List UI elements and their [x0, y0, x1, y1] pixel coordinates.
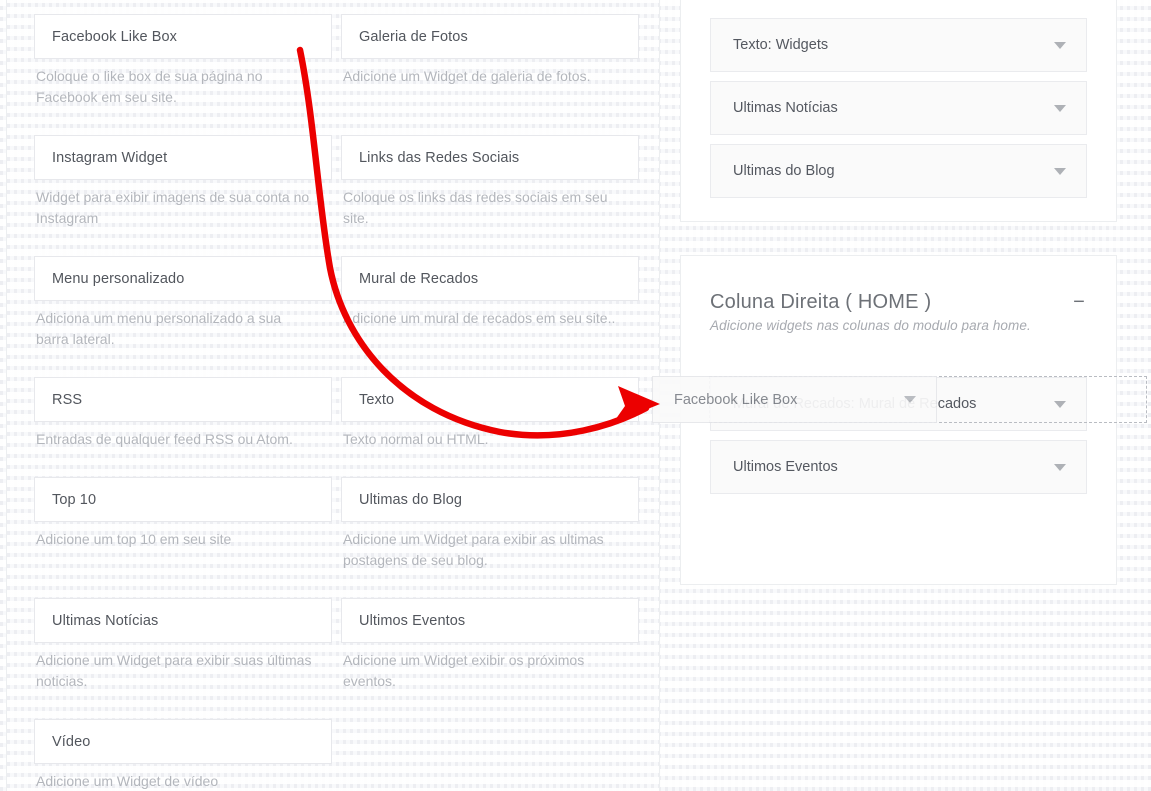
dragging-widget-facebook-like-box[interactable]: Facebook Like Box [652, 376, 937, 423]
widget-title: Facebook Like Box [52, 28, 178, 45]
widget-entry: Top 10 Adicione um top 10 em seu site [34, 463, 332, 584]
widget-card-galeria-de-fotos[interactable]: Galeria de Fotos [341, 14, 639, 59]
chevron-down-icon[interactable] [1054, 463, 1066, 471]
widget-description: Adicione um top 10 em seu site [36, 531, 232, 547]
widget-card-texto[interactable]: Texto [341, 377, 639, 422]
chevron-down-icon[interactable] [1054, 167, 1066, 175]
widget-description: Widget para exibir imagens de sua conta … [36, 189, 310, 226]
widget-card-rss[interactable]: RSS [34, 377, 332, 422]
widget-card-mural-de-recados[interactable]: Mural de Recados [341, 256, 639, 301]
widget-entry: Ultimos Eventos Adicione um Widget exibi… [341, 584, 639, 705]
widget-description: Coloque os links das redes sociais em se… [343, 189, 608, 226]
collapse-minus-icon[interactable]: − [1071, 292, 1087, 312]
available-widgets-grid: Facebook Like Box Coloque o like box de … [34, 0, 645, 791]
widget-title: Vídeo [52, 733, 91, 750]
sidebar-widget-label: Ultimos Eventos [733, 459, 838, 475]
widget-card-ultimas-noticias[interactable]: Ultimas Notícias [34, 598, 332, 643]
widget-title: Galeria de Fotos [359, 28, 468, 45]
widget-description: Texto normal ou HTML. [343, 431, 489, 447]
widget-entry: Mural de Recados Adicione um mural de re… [341, 242, 639, 363]
sidebar-widget-ultimos-eventos[interactable]: Ultimos Eventos [710, 440, 1087, 494]
card-header: Coluna Direita ( HOME ) Adicione widgets… [710, 256, 1087, 333]
widget-card-top-10[interactable]: Top 10 [34, 477, 332, 522]
widget-entry: Menu personalizado Adiciona um menu pers… [34, 242, 332, 363]
widget-card-ultimos-eventos[interactable]: Ultimos Eventos [341, 598, 639, 643]
sidebar-widget-ultimas-noticias[interactable]: Ultimas Notícias [710, 81, 1087, 135]
widget-title: Instagram Widget [52, 149, 168, 166]
widget-entry: RSS Entradas de qualquer feed RSS ou Ato… [34, 363, 332, 463]
widget-card-video[interactable]: Vídeo [34, 719, 332, 764]
sidebar-column-card-top: Texto: Widgets Ultimas Notícias Ultimas … [680, 0, 1117, 222]
widget-entry: Vídeo Adicione um Widget de vídeo [34, 705, 332, 791]
widget-description: Adicione um Widget para exibir suas últi… [36, 652, 312, 689]
widget-title: Mural de Recados [359, 270, 479, 287]
available-widgets-panel-inner: Facebook Like Box Coloque o like box de … [7, 0, 659, 791]
widget-entry: Facebook Like Box Coloque o like box de … [34, 0, 332, 121]
widget-description: Entradas de qualquer feed RSS ou Atom. [36, 431, 293, 447]
widget-title: Ultimas Notícias [52, 612, 159, 629]
sidebar-widget-label: Ultimas Notícias [733, 100, 838, 116]
chevron-down-icon [904, 396, 916, 403]
widget-entry: Texto Texto normal ou HTML. [341, 363, 639, 463]
widget-description: Adiciona um menu personalizado a sua bar… [36, 310, 282, 347]
sidebar-widget-label: Texto: Widgets [733, 37, 829, 53]
chevron-down-icon[interactable] [1054, 41, 1066, 49]
widget-description: Adicione um Widget de vídeo [36, 773, 219, 789]
widget-title: Texto [359, 391, 395, 408]
available-widgets-panel: Facebook Like Box Coloque o like box de … [6, 0, 660, 791]
widget-card-links-das-redes-sociais[interactable]: Links das Redes Sociais [341, 135, 639, 180]
dragging-widget-label: Facebook Like Box [674, 391, 798, 408]
card-subtitle: Adicione widgets nas colunas do modulo p… [710, 318, 1031, 333]
widget-description: Adicione um mural de recados em seu site… [343, 310, 616, 326]
widget-card-menu-personalizado[interactable]: Menu personalizado [34, 256, 332, 301]
sidebar-widget-ultimas-do-blog[interactable]: Ultimas do Blog [710, 144, 1087, 198]
widget-title: Links das Redes Sociais [359, 149, 520, 166]
widget-description: Adicione um Widget exibir os próximos ev… [343, 652, 585, 689]
widget-title: Ultimos Eventos [359, 612, 466, 629]
widget-title: RSS [52, 391, 83, 408]
widget-card-facebook-like-box[interactable]: Facebook Like Box [34, 14, 332, 59]
widget-description: Adicione um Widget para exibir as ultima… [343, 531, 604, 568]
widget-entry: Ultimas do Blog Adicione um Widget para … [341, 463, 639, 584]
widget-entry: Instagram Widget Widget para exibir imag… [34, 121, 332, 242]
widget-title: Ultimas do Blog [359, 491, 463, 508]
widget-description: Coloque o like box de sua página no Face… [36, 68, 263, 105]
chevron-down-icon[interactable] [1054, 104, 1066, 112]
widget-title: Menu personalizado [52, 270, 185, 287]
widget-description: Adicione um Widget de galeria de fotos. [343, 68, 591, 84]
widget-card-instagram-widget[interactable]: Instagram Widget [34, 135, 332, 180]
widget-entry: Links das Redes Sociais Coloque os links… [341, 121, 639, 242]
sidebar-widget-texto-widgets[interactable]: Texto: Widgets [710, 18, 1087, 72]
widget-title: Top 10 [52, 491, 97, 508]
widget-entry: Ultimas Notícias Adicione um Widget para… [34, 584, 332, 705]
page-title: Coluna Direita ( HOME ) [710, 291, 932, 313]
sidebar-widget-label: Ultimas do Blog [733, 163, 835, 179]
widget-card-ultimas-do-blog[interactable]: Ultimas do Blog [341, 477, 639, 522]
widget-entry: Galeria de Fotos Adicione um Widget de g… [341, 0, 639, 121]
